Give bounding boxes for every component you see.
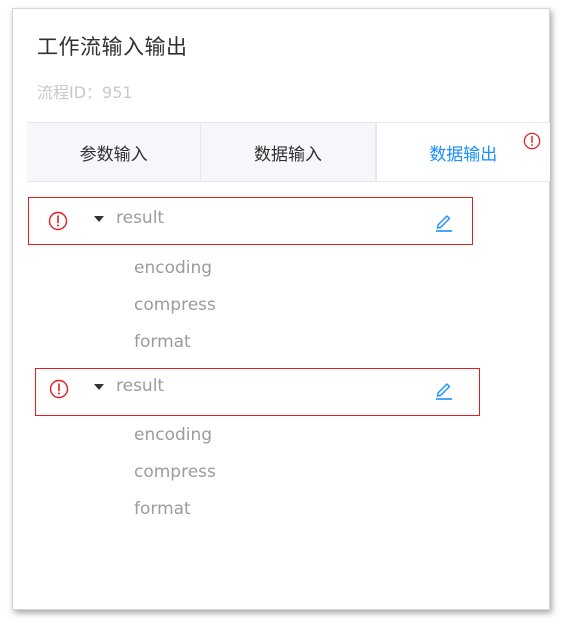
tab-bar: 参数输入 数据输入 数据输出: [27, 122, 550, 182]
tab-label: 参数输入: [79, 144, 148, 165]
child-item: format: [134, 499, 191, 519]
child-item: compress: [134, 295, 216, 315]
output-node-row: result: [28, 197, 473, 245]
tab-label: 数据输出: [429, 144, 498, 165]
tab-data-input[interactable]: 数据输入: [201, 123, 376, 181]
node-label: result: [116, 376, 165, 396]
workflow-io-panel: 工作流输入输出 流程ID：951 参数输入 数据输入 数据输出 result e…: [12, 8, 550, 610]
tab-data-output[interactable]: 数据输出: [375, 123, 550, 181]
child-item: encoding: [134, 258, 213, 278]
output-node-row: result: [35, 368, 480, 416]
pencil-icon[interactable]: [433, 210, 455, 232]
exclamation-circle-icon: [48, 211, 68, 231]
tab-label: 数据输入: [253, 144, 322, 165]
alert-icon: [523, 132, 541, 150]
child-item: format: [134, 332, 191, 352]
tab-parameter-input[interactable]: 参数输入: [27, 123, 202, 181]
panel-title: 工作流输入输出: [37, 35, 188, 59]
flow-id-label: 流程ID：951: [37, 83, 133, 102]
pencil-icon[interactable]: [433, 378, 455, 400]
child-item: encoding: [134, 425, 213, 445]
caret-down-icon[interactable]: [94, 216, 104, 222]
caret-down-icon[interactable]: [94, 384, 104, 390]
child-item: compress: [134, 462, 216, 482]
exclamation-circle-icon: [49, 379, 69, 399]
node-label: result: [116, 208, 165, 228]
